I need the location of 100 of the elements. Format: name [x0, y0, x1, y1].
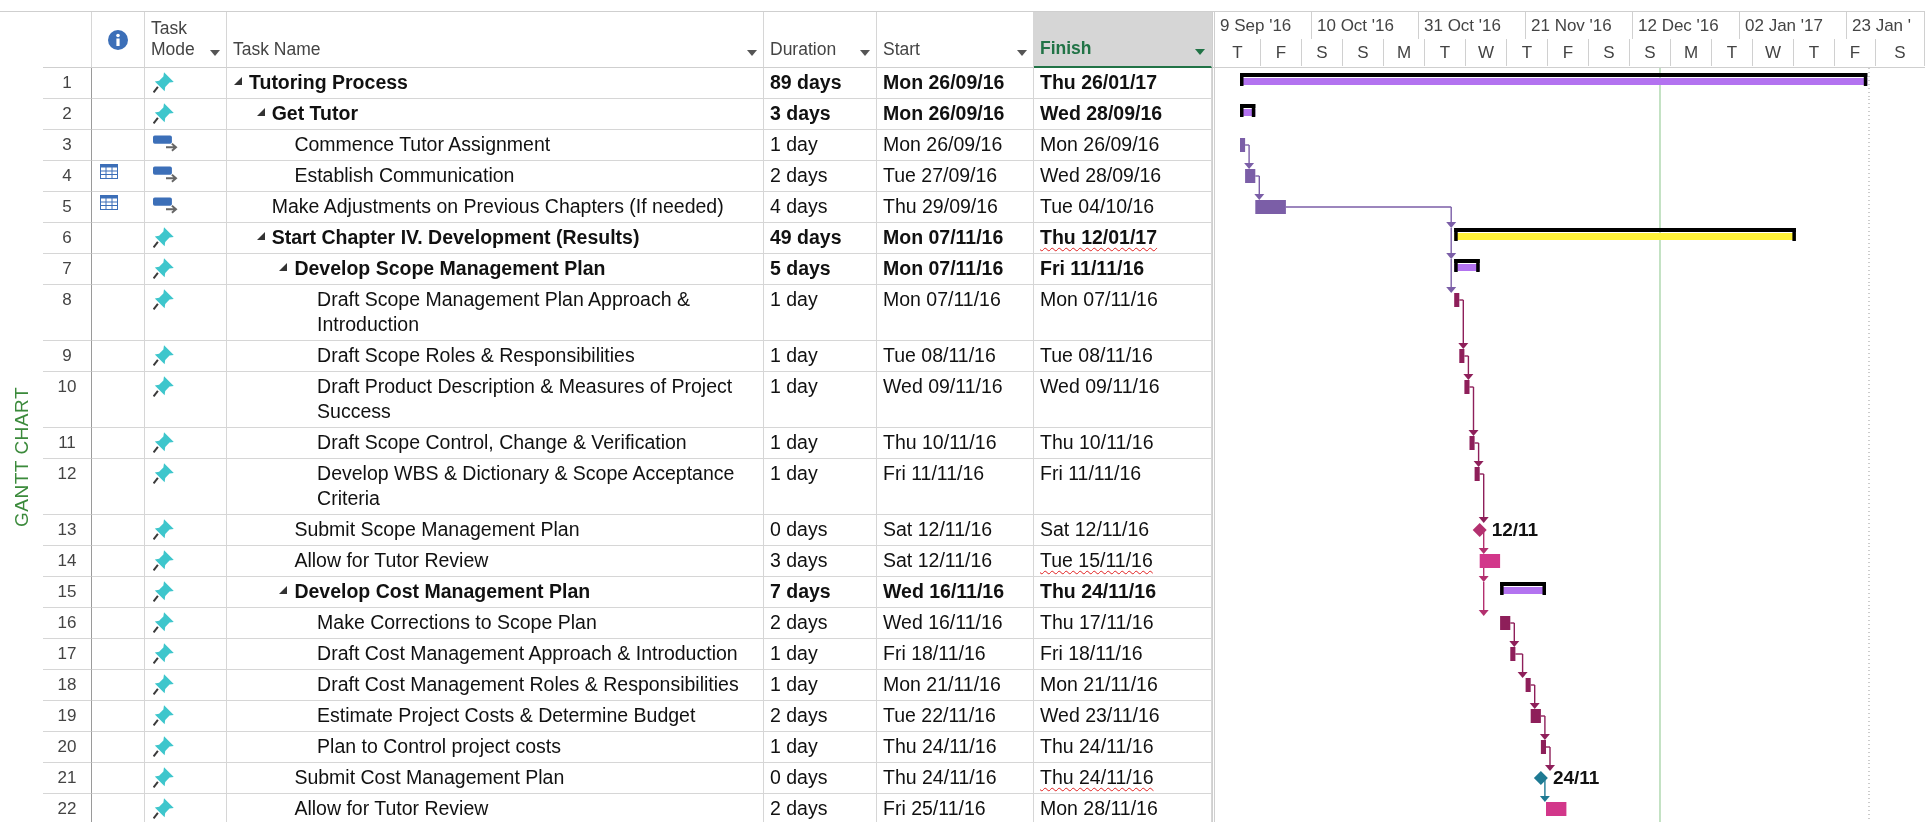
start-date-cell: Mon 07/11/16 — [877, 223, 1034, 254]
finish-date: Thu 12/01/17 — [1040, 226, 1158, 248]
start-date-cell: Wed 09/11/16 — [877, 372, 1034, 428]
finish-date: Thu 24/11/16 — [1040, 766, 1154, 788]
collapse-triangle-icon[interactable] — [278, 262, 289, 272]
info-icon — [108, 29, 128, 50]
start-date-cell: Tue 22/11/16 — [877, 701, 1034, 732]
timescale-label: 21 Nov '16 — [1530, 15, 1612, 36]
finish-date: Mon 28/11/16 — [1040, 797, 1158, 819]
start-date-cell: Thu 10/11/16 — [877, 428, 1034, 459]
collapse-triangle-icon[interactable] — [278, 585, 289, 595]
row-number: 5 — [43, 192, 92, 223]
start-date-cell: Wed 16/11/16 — [877, 577, 1034, 608]
finish-date: Tue 08/11/16 — [1040, 344, 1153, 366]
finish-date: Wed 23/11/16 — [1040, 704, 1160, 726]
duration-cell: 1 day — [764, 428, 877, 459]
finish-date: Tue 04/10/16 — [1040, 195, 1155, 217]
duration-cell: 1 day — [764, 372, 877, 428]
finish-date: Mon 21/11/16 — [1040, 673, 1158, 695]
task-name: Draft Cost Management Approach & Introduction — [317, 641, 738, 666]
duration-cell: 1 day — [764, 341, 877, 372]
start-date-cell: Thu 24/11/16 — [877, 732, 1034, 763]
collapse-triangle-icon[interactable] — [255, 231, 266, 241]
timescale-label: F — [1849, 42, 1861, 63]
row-number: 6 — [43, 223, 92, 254]
timescale-label: S — [1644, 42, 1656, 63]
start-date-cell: Fri 18/11/16 — [877, 639, 1034, 670]
finish-date: Wed 28/09/16 — [1040, 164, 1162, 186]
finish-date: Mon 26/09/16 — [1040, 133, 1160, 155]
duration-cell: 5 days — [764, 254, 877, 285]
task-name: Submit Scope Management Plan — [294, 517, 580, 542]
milestone-date: 12/11 — [1491, 519, 1539, 540]
timescale-label: S — [1603, 42, 1615, 63]
start-date-cell: Mon 26/09/16 — [877, 99, 1034, 130]
column-header[interactable] — [92, 12, 145, 68]
finish-date: Fri 18/11/16 — [1040, 642, 1143, 664]
task-name: Allow for Tutor Review — [294, 548, 489, 573]
start-date-cell: Fri 11/11/16 — [877, 459, 1034, 515]
finish-date: Thu 24/11/16 — [1040, 735, 1154, 757]
task-name: Estimate Project Costs & Determine Budget — [317, 703, 696, 728]
timescale-label: T — [1439, 42, 1451, 63]
timescale-label: 10 Oct '16 — [1316, 15, 1394, 36]
column-header[interactable]: Finish — [1034, 12, 1212, 68]
timescale-label: F — [1275, 42, 1287, 63]
row-number: 9 — [43, 341, 92, 372]
task-name: Make Corrections to Scope Plan — [317, 610, 597, 635]
duration-cell: 49 days — [764, 223, 877, 254]
collapse-triangle-icon[interactable] — [255, 107, 266, 117]
task-name: Get Tutor — [271, 101, 358, 126]
filter-caret-icon[interactable] — [210, 50, 220, 56]
duration-cell: 2 days — [764, 608, 877, 639]
duration-cell: 0 days — [764, 763, 877, 794]
duration-cell: 1 day — [764, 732, 877, 763]
row-number: 14 — [43, 546, 92, 577]
start-date-cell: Thu 29/09/16 — [877, 192, 1034, 223]
row-number: 1 — [43, 68, 92, 99]
task-name: Develop Cost Management Plan — [294, 579, 591, 604]
finish-date: Fri 11/11/16 — [1040, 462, 1142, 484]
filter-caret-icon[interactable] — [1017, 50, 1027, 56]
start-date-cell: Mon 26/09/16 — [877, 130, 1034, 161]
task-name: Commence Tutor Assignment — [294, 132, 551, 157]
row-number: 18 — [43, 670, 92, 701]
timescale-label: S — [1894, 42, 1906, 63]
duration-cell: 2 days — [764, 161, 877, 192]
row-number: 10 — [43, 372, 92, 428]
timescale-label: 31 Oct '16 — [1423, 15, 1501, 36]
filter-caret-icon[interactable] — [1195, 49, 1205, 55]
timescale-label: 9 Sep '16 — [1219, 15, 1292, 36]
task-name: Draft Scope Management Plan Approach & Introduction — [317, 287, 691, 337]
collapse-triangle-icon[interactable] — [233, 76, 243, 86]
timescale-label: W — [1764, 42, 1781, 63]
column-header[interactable]: Task Name — [227, 12, 764, 68]
timescale-label: M — [1396, 42, 1412, 63]
duration-cell: 1 day — [764, 639, 877, 670]
filter-caret-icon[interactable] — [860, 50, 870, 56]
timescale-label: M — [1683, 42, 1699, 63]
task-name: Plan to Control project costs — [317, 734, 561, 759]
row-number: 4 — [43, 161, 92, 192]
timescale-label: 12 Dec '16 — [1637, 15, 1719, 36]
start-date-cell: Sat 12/11/16 — [877, 546, 1034, 577]
task-name: Draft Scope Control, Change & Verification — [317, 430, 687, 455]
finish-date: Sat 12/11/16 — [1040, 518, 1150, 540]
task-name: Submit Cost Management Plan — [294, 765, 565, 790]
row-number: 21 — [43, 763, 92, 794]
filter-caret-icon[interactable] — [747, 50, 757, 56]
row-number: 8 — [43, 285, 92, 341]
column-header[interactable]: Task Mode — [145, 12, 227, 68]
timescale-label: 23 Jan ' — [1851, 15, 1911, 36]
view-label: GANTT CHART — [10, 387, 33, 527]
start-date-cell: Sat 12/11/16 — [877, 515, 1034, 546]
task-name: Develop WBS & Dictionary & Scope Acceptance Criteria — [317, 461, 736, 511]
task-name: Draft Product Description & Measures of Project Success — [317, 374, 734, 424]
finish-date: Thu 17/11/16 — [1040, 611, 1154, 633]
row-number: 12 — [43, 459, 92, 515]
duration-cell: 89 days — [764, 68, 877, 99]
finish-date: Wed 09/11/16 — [1040, 375, 1160, 397]
row-number: 22 — [43, 794, 92, 822]
column-header[interactable]: Duration — [764, 12, 877, 68]
row-number: 17 — [43, 639, 92, 670]
start-date-cell: Mon 26/09/16 — [877, 68, 1034, 99]
